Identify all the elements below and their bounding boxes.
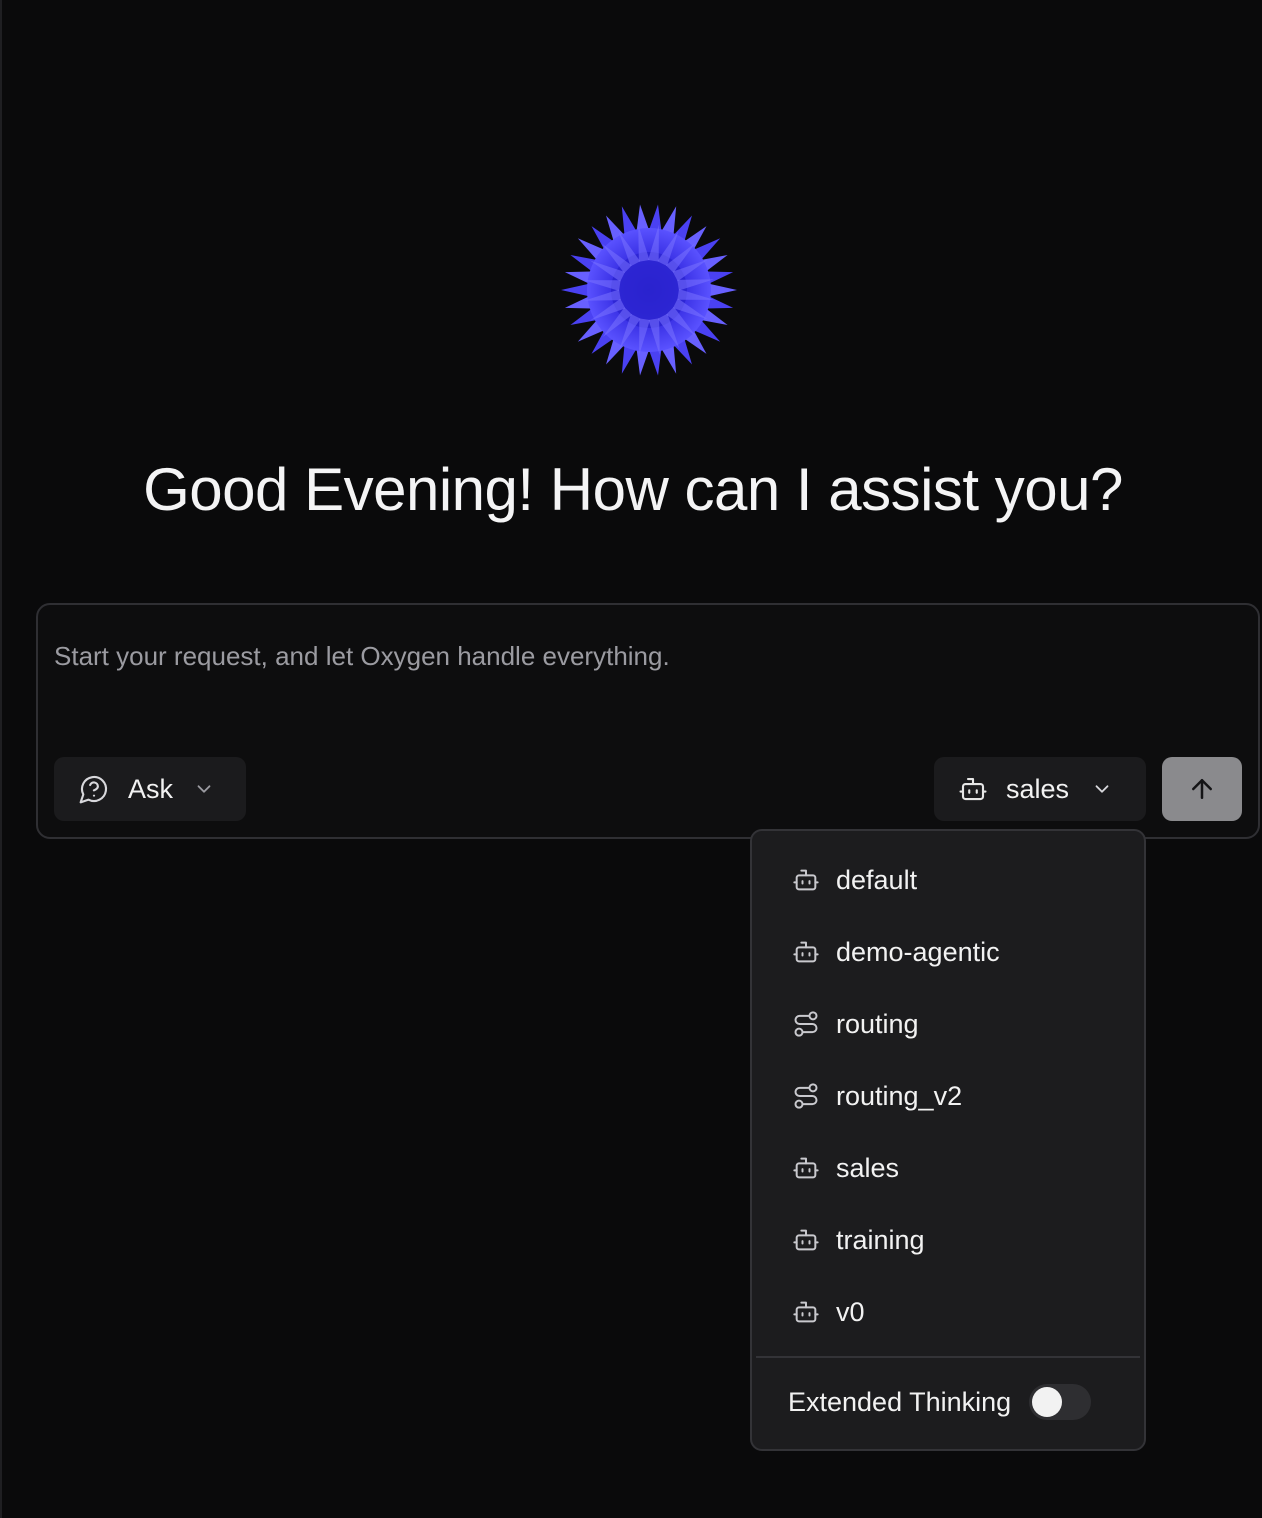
- bot-icon: [790, 1154, 822, 1182]
- route-icon: [790, 1082, 822, 1110]
- agent-menu-item-label: sales: [836, 1152, 900, 1183]
- agent-menu-item-label: demo-agentic: [836, 936, 1000, 967]
- agent-selector-button[interactable]: sales: [934, 757, 1146, 821]
- send-button[interactable]: [1162, 757, 1242, 821]
- bot-icon: [790, 1298, 822, 1326]
- agent-menu-item-routing[interactable]: routing: [756, 994, 1140, 1054]
- question-bubble-icon: [78, 773, 110, 805]
- bot-icon: [790, 866, 822, 894]
- agent-menu-item-label: routing: [836, 1008, 919, 1039]
- agent-menu-item-training[interactable]: training: [756, 1210, 1140, 1270]
- menu-divider: [756, 1356, 1140, 1358]
- agent-menu-item-routing-v2[interactable]: routing_v2: [756, 1066, 1140, 1126]
- agent-menu-item-label: training: [836, 1224, 925, 1255]
- agent-menu: default demo-agentic routing routing_v2 …: [750, 829, 1146, 1451]
- agent-menu-item-sales[interactable]: sales: [756, 1138, 1140, 1198]
- composer: Ask sales: [36, 603, 1260, 839]
- prompt-input[interactable]: [54, 641, 1234, 672]
- agent-menu-item-v0[interactable]: v0: [756, 1282, 1140, 1342]
- bot-icon: [790, 1226, 822, 1254]
- app-page: Good Evening! How can I assist you? Ask: [0, 0, 1262, 1518]
- agent-menu-item-demo-agentic[interactable]: demo-agentic: [756, 922, 1140, 982]
- bot-icon: [958, 774, 988, 804]
- extended-thinking-toggle[interactable]: [1029, 1384, 1092, 1420]
- toggle-knob: [1032, 1387, 1063, 1417]
- logo-orb-icon: [561, 204, 737, 376]
- agent-selector-label: sales: [1006, 773, 1070, 804]
- mode-selector-label: Ask: [128, 773, 174, 804]
- chevron-down-icon: [193, 778, 215, 800]
- bot-icon: [790, 938, 822, 966]
- extended-thinking-row: Extended Thinking: [788, 1382, 1092, 1422]
- route-icon: [790, 1010, 822, 1038]
- agent-menu-item-label: default: [836, 864, 918, 895]
- agent-menu-item-default[interactable]: default: [756, 850, 1140, 910]
- agent-menu-item-label: routing_v2: [836, 1080, 963, 1111]
- chevron-down-icon: [1091, 778, 1113, 800]
- agent-menu-item-label: v0: [836, 1296, 865, 1327]
- page-title: Good Evening! How can I assist you?: [143, 456, 1123, 523]
- extended-thinking-label: Extended Thinking: [788, 1386, 1012, 1417]
- mode-selector-button[interactable]: Ask: [54, 757, 246, 821]
- arrow-up-icon: [1187, 774, 1217, 804]
